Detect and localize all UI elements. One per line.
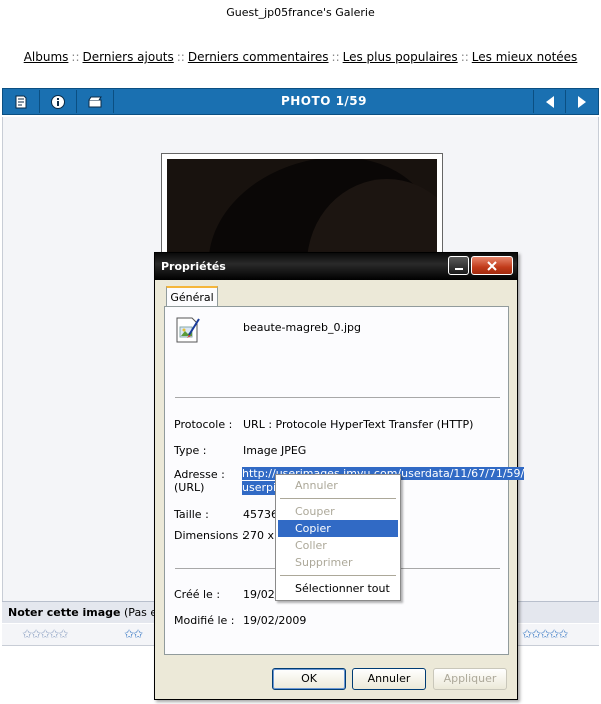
previous-button[interactable]	[533, 90, 566, 113]
address-line-2: userpic	[242, 481, 278, 495]
nav-link-latest-comments[interactable]: Derniers commentaires	[188, 50, 329, 64]
created-label: Créé le :	[174, 588, 221, 601]
info-button[interactable]	[40, 90, 77, 113]
ok-button[interactable]: OK	[272, 668, 346, 690]
menu-item-select-all[interactable]: Sélectionner tout	[278, 580, 398, 597]
rating-stars-active[interactable]: ✩✩	[124, 627, 143, 641]
file-name: beaute-magreb_0.jpg	[243, 321, 361, 334]
menu-separator	[280, 575, 396, 576]
minimize-icon	[454, 267, 463, 270]
gallery-nav: Albums:: Derniers ajouts:: Derniers commen…	[0, 50, 601, 64]
tab-general[interactable]: Général	[166, 286, 218, 307]
protocol-label: Protocole :	[174, 418, 233, 431]
modified-label: Modifié le :	[174, 614, 235, 627]
close-icon	[487, 260, 497, 271]
album-button[interactable]	[3, 90, 40, 113]
modified-value: 19/02/2009	[243, 614, 307, 627]
slideshow-button[interactable]	[77, 90, 114, 113]
next-button[interactable]	[566, 90, 598, 113]
divider	[175, 397, 500, 398]
menu-item-undo[interactable]: Annuler	[278, 477, 398, 494]
jpeg-file-icon	[175, 315, 201, 345]
menu-item-paste[interactable]: Coller	[278, 537, 398, 554]
help-button[interactable]	[448, 256, 469, 275]
rating-stars[interactable]: ✩✩✩✩✩	[22, 627, 68, 641]
nav-link-top-rated[interactable]: Les mieux notées	[472, 50, 578, 64]
gallery-title: Guest_jp05france's Galerie	[226, 6, 375, 19]
apply-button[interactable]: Appliquer	[433, 668, 507, 690]
nav-link-albums[interactable]: Albums	[24, 50, 69, 64]
dimensions-label: Dimensions :	[174, 529, 246, 542]
created-value: 19/02/	[243, 588, 279, 601]
cancel-button[interactable]: Annuler	[352, 668, 426, 690]
dialog-title: Propriétés	[161, 260, 226, 273]
nav-separator: ::	[331, 50, 340, 64]
close-button[interactable]	[471, 256, 513, 275]
type-value: Image JPEG	[243, 444, 307, 457]
nav-separator: ::	[176, 50, 185, 64]
dimensions-value: 270 x	[243, 529, 275, 542]
menu-item-cut[interactable]: Couper	[278, 503, 398, 520]
photo-toolbar: PHOTO 1/59	[2, 88, 599, 115]
rating-stars[interactable]: ✩✩✩✩✩	[522, 627, 568, 641]
protocol-value: URL : Protocole HyperText Transfer (HTTP…	[243, 418, 474, 431]
menu-separator	[280, 498, 396, 499]
type-label: Type :	[174, 444, 207, 457]
menu-item-copy[interactable]: Copier	[278, 520, 398, 537]
album-icon	[15, 95, 27, 108]
info-icon	[51, 94, 65, 109]
photo-counter: PHOTO 1/59	[280, 94, 368, 108]
size-label: Taille :	[174, 508, 209, 521]
vote-label: Noter cette image	[8, 606, 121, 619]
menu-item-delete[interactable]: Supprimer	[278, 554, 398, 571]
context-menu: Annuler Couper Copier Coller Supprimer S…	[275, 474, 401, 601]
nav-separator: ::	[71, 50, 80, 64]
nav-link-most-popular[interactable]: Les plus populaires	[343, 50, 458, 64]
address-label: Adresse :	[174, 468, 225, 481]
address-sublabel: (URL)	[174, 481, 205, 494]
nav-link-latest[interactable]: Derniers ajouts	[83, 50, 174, 64]
arrow-right-icon	[578, 95, 586, 108]
arrow-left-icon	[545, 95, 554, 108]
nav-separator: ::	[460, 50, 469, 64]
dialog-titlebar[interactable]: Propriétés	[155, 253, 517, 280]
slideshow-icon	[88, 96, 102, 107]
